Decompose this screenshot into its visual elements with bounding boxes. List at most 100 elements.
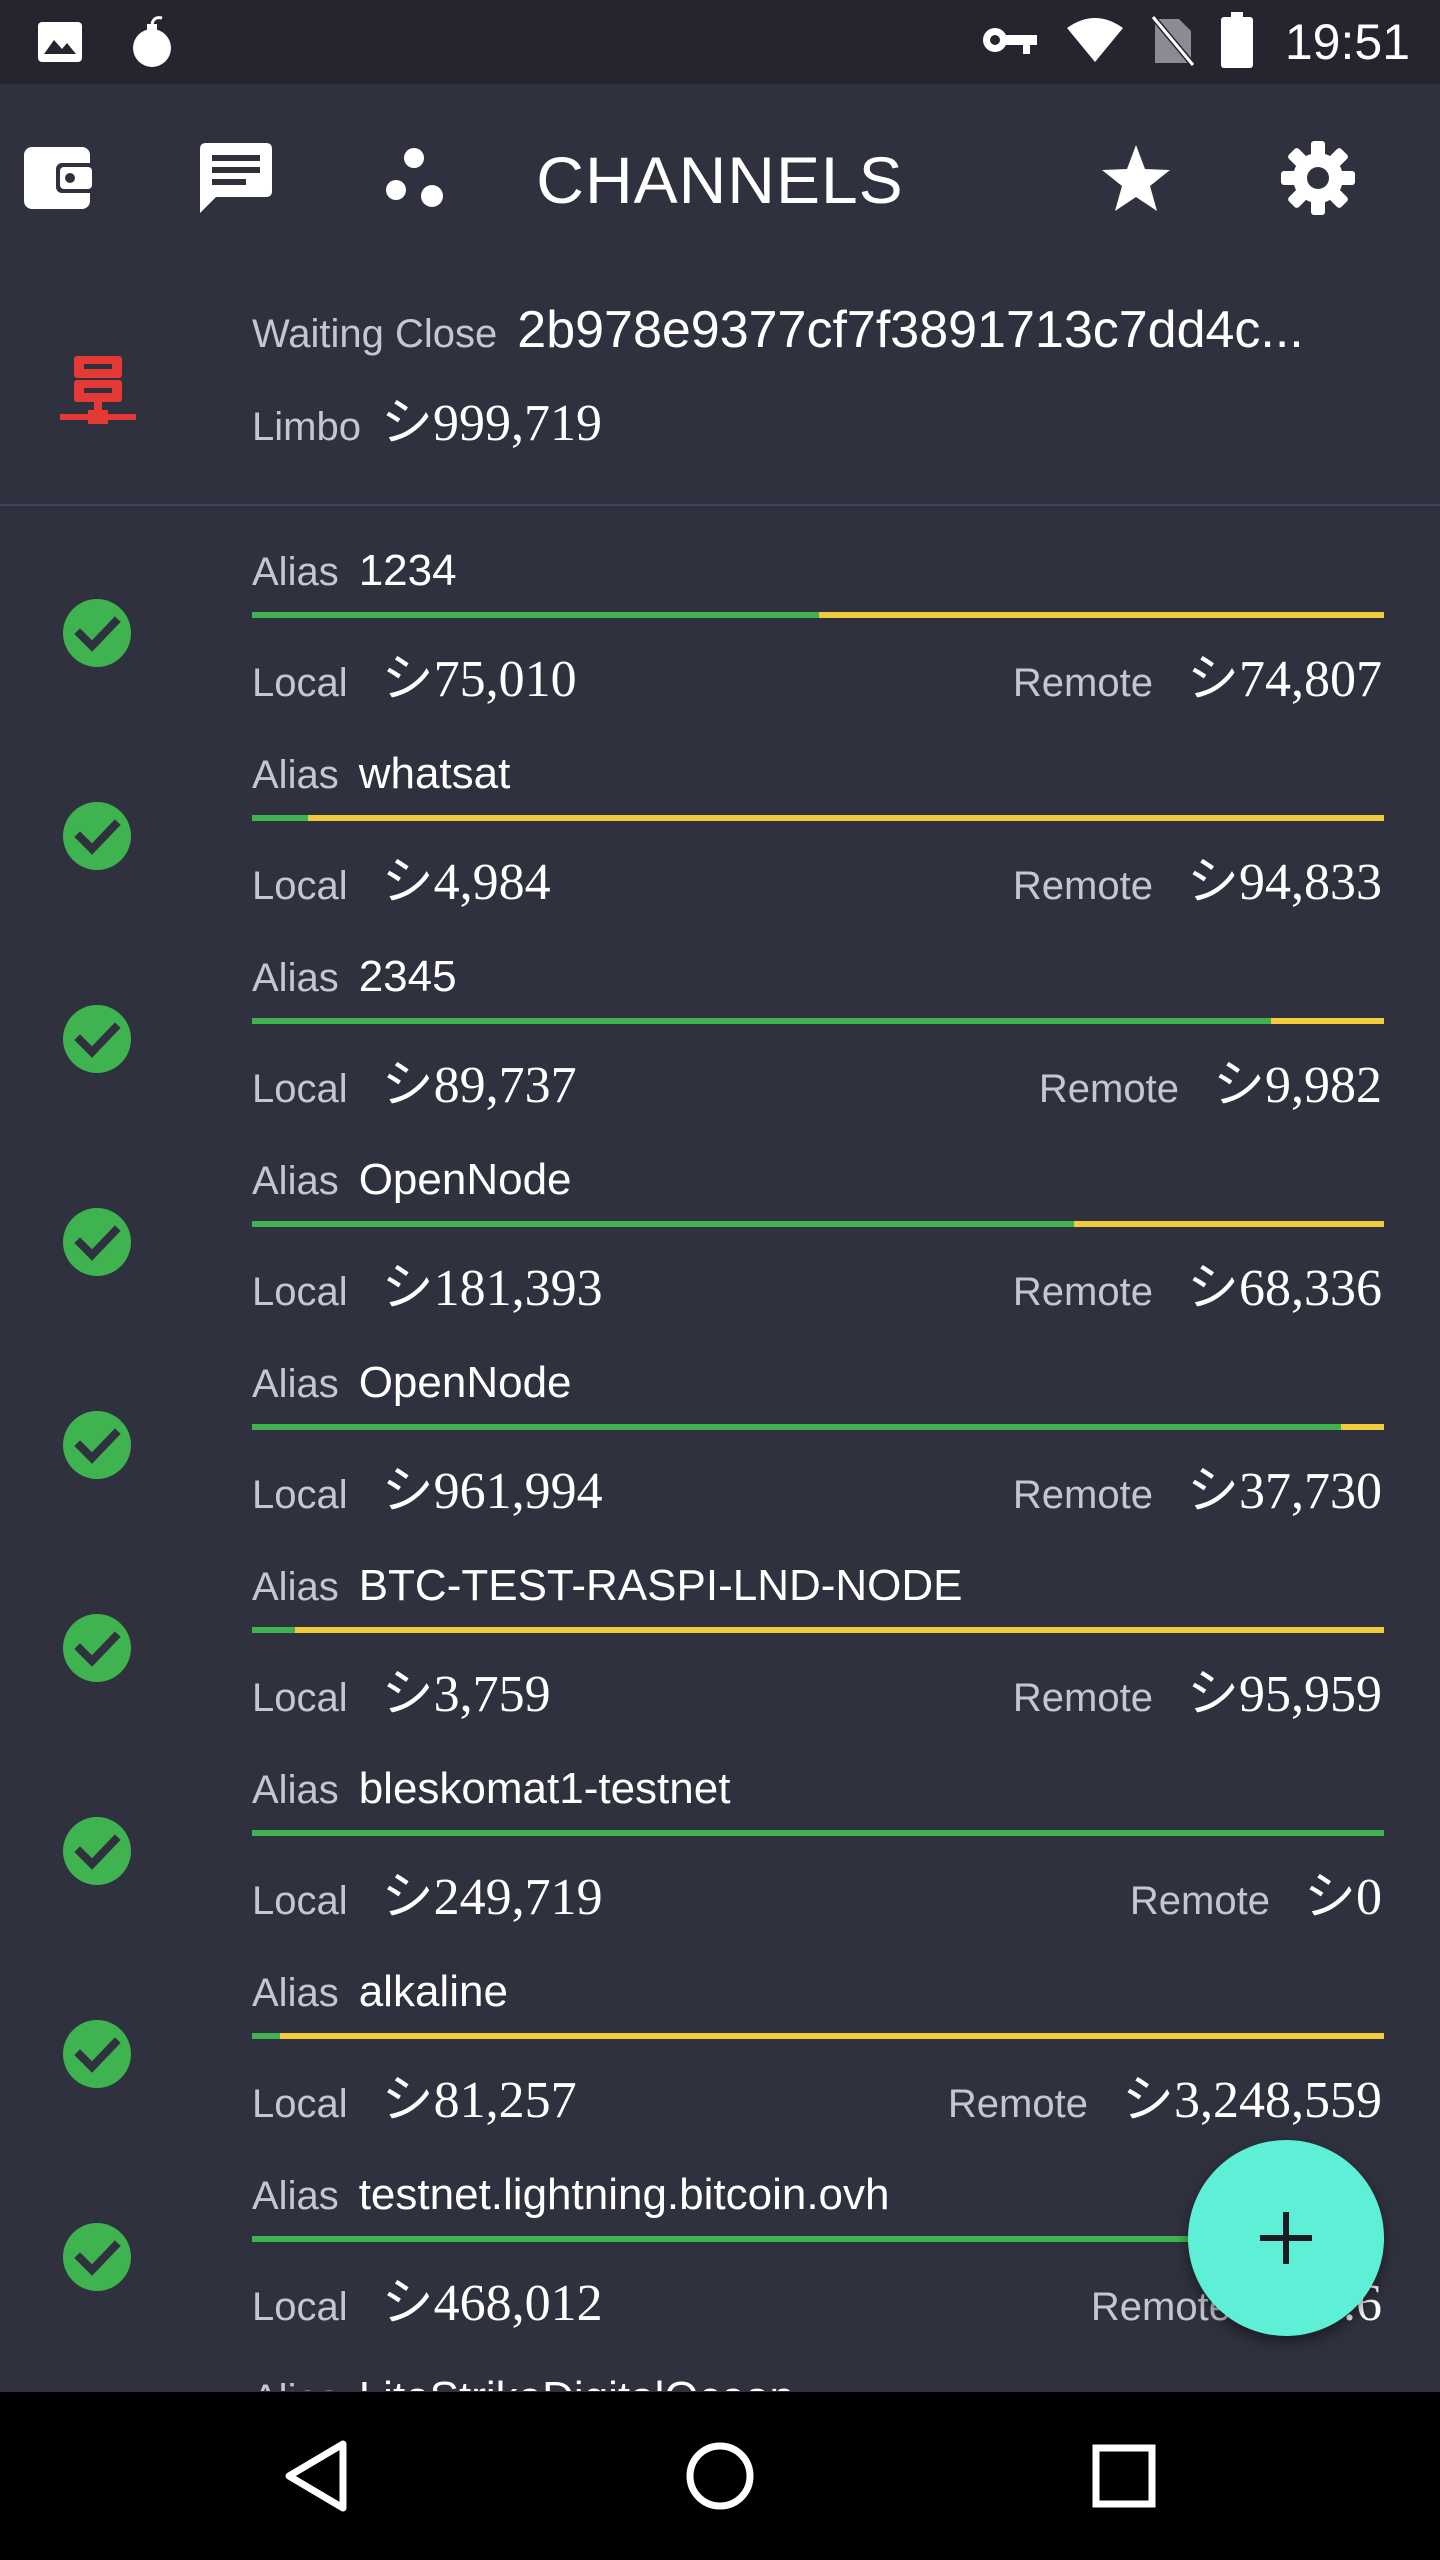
channel-row[interactable]: Alias 2345 Local シ89,737 Remote シ9,982: [0, 912, 1440, 1115]
local-balance-fill: [252, 612, 819, 618]
channel-alias-line: Alias OpenNode: [252, 1155, 572, 1205]
remote-balance: Remote シ74,807: [1013, 636, 1382, 711]
pending-limbo-line: Limbo シ999,719: [252, 380, 602, 455]
remote-balance: Remote シ0: [1130, 1854, 1382, 1929]
channel-row[interactable]: Alias whatsat Local シ4,984 Remote シ94,833: [0, 709, 1440, 912]
channel-active-icon: [62, 1207, 132, 1277]
channel-alias: OpenNode: [358, 1358, 572, 1407]
local-amount: シ3,759: [381, 1666, 551, 1723]
remote-balance: Remote シ68,336: [1013, 1245, 1382, 1320]
alias-label: Alias: [252, 2174, 339, 2218]
channel-alias-line: Alias BTC-TEST-RASPI-LND-NODE: [252, 1561, 963, 1611]
local-label: Local: [252, 1270, 348, 1314]
channel-alias: 2345: [358, 952, 457, 1001]
local-amount: シ181,393: [381, 1260, 603, 1317]
local-label: Local: [252, 1676, 348, 1720]
alias-label: Alias: [252, 1565, 339, 1609]
local-balance: Local シ81,257: [252, 2057, 577, 2132]
remote-balance: Remote シ94,833: [1013, 839, 1382, 914]
image-icon: [36, 18, 84, 71]
home-icon[interactable]: [672, 2428, 768, 2524]
pending-channel-point: 2b978e9377cf7f3891713c7dd4c...: [517, 301, 1304, 359]
local-balance: Local シ3,759: [252, 1651, 551, 1726]
channel-alias: OpenNode: [358, 1155, 572, 1204]
channel-alias: 1234: [358, 546, 457, 595]
channel-row[interactable]: Alias OpenNode Local シ181,393 Remote シ68,33…: [0, 1115, 1440, 1318]
channel-row[interactable]: Alias alkaline Local シ81,257 Remote シ3,248,…: [0, 1927, 1440, 2130]
channel-alias-line: Alias testnet.lightning.bitcoin.ovh: [252, 2170, 890, 2220]
recents-icon[interactable]: [1076, 2428, 1172, 2524]
local-amount: シ75,010: [381, 651, 577, 708]
local-balance-fill: [252, 2236, 1351, 2242]
remote-amount: シ9,982: [1212, 1057, 1382, 1114]
local-label: Local: [252, 2082, 348, 2126]
navigation-bar: [0, 2392, 1440, 2560]
alias-label: Alias: [252, 2377, 339, 2391]
local-label: Local: [252, 1067, 348, 1111]
channel-list[interactable]: Alias 1234 Local シ75,010 Remote シ74,807 Ali…: [0, 506, 1440, 2391]
remote-label: Remote: [1038, 1067, 1179, 1111]
local-balance: Local シ89,737: [252, 1042, 577, 1117]
channel-row[interactable]: Alias 1234 Local シ75,010 Remote シ74,807: [0, 506, 1440, 709]
local-amount: シ81,257: [381, 2072, 577, 2129]
no-sim-icon: [1150, 13, 1196, 72]
remote-amount: シ3,248,559: [1121, 2072, 1382, 2129]
limbo-label: Limbo: [252, 405, 361, 449]
channel-balance-bar: [252, 1627, 1384, 1633]
local-amount: シ961,994: [381, 1463, 603, 1520]
local-balance: Local シ4,984: [252, 839, 551, 914]
pending-status-label: Waiting Close: [252, 312, 498, 356]
local-balance: Local シ75,010: [252, 636, 577, 711]
back-icon[interactable]: [268, 2428, 364, 2524]
channel-row[interactable]: AliasLiteStrikeDigitalOcean Local Remote: [0, 2333, 1440, 2391]
local-balance: Local シ468,012: [252, 2260, 603, 2335]
remote-amount: シ74,807: [1186, 651, 1382, 708]
local-balance: Local シ961,994: [252, 1448, 603, 1523]
local-label: Local: [252, 2285, 348, 2329]
settings-icon[interactable]: [1278, 138, 1358, 218]
channel-row[interactable]: Alias BTC-TEST-RASPI-LND-NODE Local シ3,759…: [0, 1521, 1440, 1724]
alias-label: Alias: [252, 1362, 339, 1406]
channel-balance-bar: [252, 1830, 1384, 1836]
local-balance-fill: [252, 1221, 1075, 1227]
local-label: Local: [252, 1473, 348, 1517]
channel-balance-bar: [252, 612, 1384, 618]
channel-alias: whatsat: [358, 749, 511, 798]
channel-alias: alkaline: [358, 1967, 508, 2016]
channel-row[interactable]: Alias OpenNode Local シ961,994 Remote シ37,73…: [0, 1318, 1440, 1521]
local-balance-fill: [252, 1424, 1342, 1430]
remote-label: Remote: [1012, 864, 1153, 908]
remote-balance: Remote シ37,730: [1013, 1448, 1382, 1523]
channel-active-icon: [62, 2222, 132, 2292]
pending-channel-row[interactable]: Waiting Close 2b978e9377cf7f3891713c7dd4c…: [0, 280, 1440, 506]
alias-label: Alias: [252, 1768, 339, 1812]
star-icon[interactable]: [1096, 138, 1176, 218]
remote-label: Remote: [1012, 1473, 1153, 1517]
pending-status-line: Waiting Close 2b978e9377cf7f3891713c7dd4c…: [252, 300, 1402, 360]
status-time: 19:51: [1284, 14, 1410, 70]
channel-alias: testnet.lightning.bitcoin.ovh: [358, 2170, 890, 2219]
add-channel-button[interactable]: [1188, 2140, 1384, 2336]
channel-alias: bleskomat1-testnet: [358, 1764, 731, 1813]
local-label: Local: [252, 1879, 348, 1923]
status-left-icons: [36, 14, 176, 75]
plus-icon: [1260, 2212, 1312, 2264]
channel-balance-bar: [252, 1424, 1384, 1430]
app-screen: 19:51 CHANNELS Waiting Close 2b978e9377c…: [0, 0, 1440, 2560]
server-closing-icon: [58, 350, 138, 430]
limbo-value: シ999,719: [380, 395, 602, 452]
channel-alias-line: Alias LiteStrikeDigitalOcean: [252, 2373, 794, 2391]
remote-amount: シ0: [1303, 1869, 1382, 1926]
vpn-key-icon: [981, 20, 1039, 65]
channel-active-icon: [62, 598, 132, 668]
remote-label: Remote: [947, 2082, 1088, 2126]
alias-label: Alias: [252, 1971, 339, 2015]
toolbar: CHANNELS: [0, 84, 1440, 280]
alias-label: Alias: [252, 753, 339, 797]
remote-amount: シ95,959: [1186, 1666, 1382, 1723]
channel-row[interactable]: Alias bleskomat1-testnet Local シ249,719 Re…: [0, 1724, 1440, 1927]
channel-active-icon: [62, 1004, 132, 1074]
wifi-icon: [1065, 16, 1125, 69]
local-balance-fill: [252, 1018, 1271, 1024]
channel-active-icon: [62, 801, 132, 871]
